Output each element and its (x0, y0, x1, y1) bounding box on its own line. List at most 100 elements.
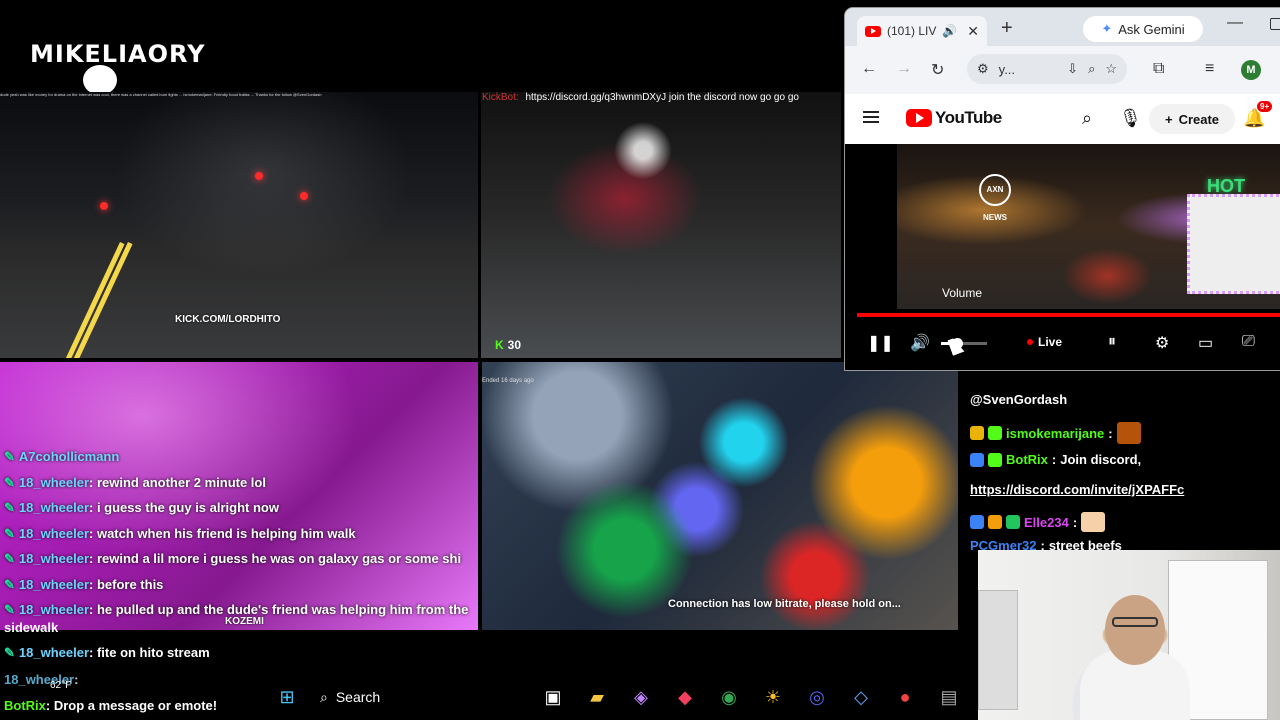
kickbot-text: https://discord.gg/q3hwnmDXyJ join the d… (525, 92, 799, 103)
chrome-icon[interactable]: ◉ (716, 684, 742, 710)
chat-username: 18_wheeler (18, 645, 90, 660)
notification-count-badge: 9+ (1257, 101, 1273, 112)
traffic-light-icon (300, 192, 308, 200)
volume-icon[interactable]: 🔊 (910, 333, 930, 353)
reload-icon[interactable]: ↻ (931, 60, 944, 80)
channel-logo: AXN NEWS (979, 174, 1011, 222)
screen: MIKELIAORY KICK.COM/LORDHITO dude yeah w… (0, 0, 1280, 720)
chat-username: 18_wheeler (18, 576, 90, 592)
plus-icon: + (1164, 111, 1173, 127)
chat-text: : Drop a message or emote! (45, 698, 218, 713)
badge-icon (988, 515, 1002, 529)
minimize-button[interactable]: — (1227, 14, 1243, 32)
stream-tile-top-left: KICK.COM/LORDHITO (0, 92, 478, 358)
badge-icon (1006, 515, 1020, 529)
browser-toolbar: ← → ↻ ⚙ y... ⇩ ⌕ ☆ ⧉ ≡ M (845, 46, 1280, 94)
tab-bar: (101) LIV 🔊 ✕ + ✦ Ask Gemini — (845, 8, 1280, 46)
bookmark-star-icon[interactable]: ☆ (1105, 61, 1117, 77)
task-view-icon[interactable]: ▣ (540, 684, 566, 710)
streamer-logo: MIKELIAORY (30, 40, 205, 98)
stream-tile-top-right (481, 92, 841, 358)
chat-line: Elle234: (970, 512, 1106, 532)
chat-line: PCGmer32: street beefs (970, 540, 1122, 550)
video-frame[interactable]: HOT AXN NEWS (897, 144, 1280, 309)
chat-line: https://discord.com/invite/jXPAFFc (970, 482, 1184, 497)
chat-colon: : (1072, 514, 1078, 530)
tab-youtube[interactable]: (101) LIV 🔊 ✕ (857, 16, 987, 46)
youtube-logo[interactable]: YouTube (906, 108, 1002, 128)
forward-arrow-icon[interactable]: → (896, 60, 912, 78)
cast-icon[interactable]: ⎚ (1242, 333, 1255, 351)
zoom-icon[interactable]: ⌕ (1088, 61, 1095, 77)
chat-badge-icon: ✎ (4, 525, 15, 541)
weather-temp: 62°F (50, 680, 72, 691)
chat-colon: : (1108, 425, 1113, 441)
chat-line: ✎ 18_wheeler: fite on hito stream (4, 645, 210, 661)
pause-icon[interactable]: ❚❚ (867, 333, 894, 353)
new-tab-button[interactable]: + (1001, 17, 1013, 40)
live-indicator[interactable]: Live (1027, 335, 1062, 349)
chat-text: : he pulled up and the dude's friend was… (89, 602, 469, 617)
close-tab-icon[interactable]: ✕ (967, 23, 979, 40)
low-bitrate-message: Connection has low bitrate, please hold … (668, 598, 901, 610)
viewer-count-value: 30 (507, 338, 522, 352)
profile-avatar[interactable]: M (1241, 60, 1261, 80)
search-icon[interactable]: ⌕ (1082, 108, 1092, 129)
food-truck (1187, 194, 1280, 294)
copilot-icon[interactable]: ◈ (628, 684, 654, 710)
progress-bar[interactable] (857, 313, 1280, 317)
discord-icon[interactable]: ◎ (804, 684, 830, 710)
chat-line: ✎ A7cohollicmann (4, 444, 480, 470)
address-bar[interactable]: ⚙ y... ⇩ ⌕ ☆ (967, 54, 1127, 84)
install-icon[interactable]: ⇩ (1067, 61, 1078, 77)
extensions-icon[interactable]: ⧉ (1153, 60, 1164, 78)
ended-status: Ended 16 days ago (482, 378, 534, 384)
badge-icon (988, 426, 1002, 440)
back-arrow-icon[interactable]: ← (861, 60, 877, 78)
speaker-icon[interactable]: 🔊 (942, 24, 957, 38)
taskbar-search[interactable]: ⌕ Search (310, 684, 510, 710)
traffic-light-icon (255, 172, 263, 180)
brightness-icon[interactable]: ☀ (760, 684, 786, 710)
app-icon[interactable]: ● (892, 684, 918, 710)
chat-badge-icon: ✎ (4, 576, 15, 592)
chat-line: ✎ 18_wheeler: i guess the guy is alright … (4, 495, 480, 521)
app-icon[interactable]: ◆ (672, 684, 698, 710)
chat-text: : i guess the guy is alright now (89, 500, 279, 515)
app-icon[interactable]: ◇ (848, 684, 874, 710)
media-controls-icon[interactable]: ≡ (1205, 60, 1214, 78)
gemini-icon: ✦ (1101, 21, 1113, 36)
emote-icon (1116, 422, 1141, 444)
windows-start-icon[interactable]: ⊞ (274, 684, 300, 710)
autoplay-toggle-icon[interactable]: ⏸ (1108, 333, 1116, 351)
kickbot-message: KickBot: https://discord.gg/q3hwnmDXyJ j… (482, 92, 842, 106)
file-explorer-icon[interactable]: ▰ (584, 684, 610, 710)
chat-badge-icon: ✎ (4, 449, 15, 464)
chat-line: ✎ 18_wheeler: rewind a lil more i guess h… (4, 546, 480, 572)
chat-ticker: dude yeah was like money for drama on th… (0, 92, 322, 97)
volume-tooltip: Volume (942, 286, 983, 300)
create-button[interactable]: + Create (1149, 104, 1235, 134)
chat-text: : (74, 672, 79, 687)
address-text: y... (998, 61, 1016, 77)
stream-watermark: KICK.COM/LORDHITO (175, 314, 281, 325)
srt-icon[interactable]: ▤ (936, 684, 962, 710)
microphone-icon[interactable]: 🎙 (1119, 108, 1142, 129)
settings-gear-icon[interactable]: ⚙ (1155, 333, 1169, 353)
theater-mode-icon[interactable]: ▭ (1198, 333, 1213, 353)
youtube-header: YouTube ⌕ 🎙 + Create 🔔 9+ (845, 94, 1280, 144)
menu-hamburger-icon[interactable] (863, 111, 879, 113)
chat-text: @SvenGordash (970, 392, 1068, 407)
chat-badge-icon: ✎ (4, 645, 15, 660)
site-info-icon[interactable]: ⚙ (977, 61, 989, 77)
youtube-play-icon (906, 109, 932, 127)
ask-gemini-button[interactable]: ✦ Ask Gemini (1083, 16, 1203, 42)
discord-link[interactable]: https://discord.com/invite/jXPAFFc (970, 482, 1184, 497)
chat-text: : before this (89, 576, 164, 592)
video-player[interactable]: HOT AXN NEWS Volume ❚❚ 🔊 Live ⏸ ⚙ ▭ ⎚ (845, 144, 1280, 370)
chat-colon: : (1051, 452, 1057, 467)
right-chat-panel: @SvenGordash ismokemarijane: BotRix: Joi… (960, 368, 1280, 550)
youtube-favicon-icon (865, 25, 881, 37)
maximize-button[interactable] (1270, 18, 1280, 30)
chat-line: ✎ 18_wheeler: before this (4, 572, 480, 598)
